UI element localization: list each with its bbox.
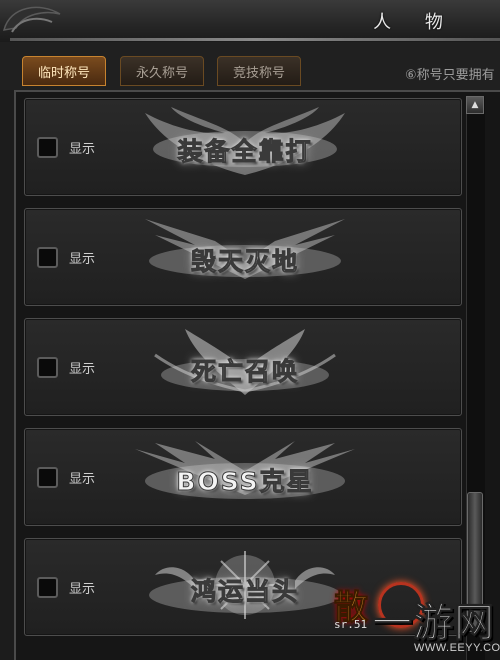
show-checkbox[interactable]: [37, 577, 58, 598]
title-list: 显示 装备全靠打 显示 毁天灭地 显示 死亡召唤 显示 BOSS克星 显示 鸿运…: [14, 90, 500, 660]
show-label: 显示: [69, 362, 96, 377]
scroll-up-button[interactable]: ▲: [466, 96, 484, 114]
header-divider: [10, 38, 500, 41]
title-badge: 死亡召唤: [125, 325, 365, 411]
title-name: 装备全靠打: [177, 137, 313, 167]
title-badge: BOSS克星: [125, 435, 365, 521]
window-header: 人 物: [0, 0, 500, 43]
title-name: 鸿运当头: [190, 577, 299, 607]
watermark-brand-main: 一游网: [372, 600, 495, 647]
window-title: 人 物: [373, 12, 457, 33]
title-row: 显示 死亡召唤: [24, 318, 462, 416]
title-name: 死亡召唤: [190, 357, 299, 387]
show-label: 显示: [69, 472, 96, 487]
title-row: 显示 毁天灭地: [24, 208, 462, 306]
title-badge: 毁天灭地: [125, 215, 365, 301]
show-label: 显示: [69, 252, 96, 267]
title-row: 显示 装备全靠打: [24, 98, 462, 196]
show-checkbox[interactable]: [37, 467, 58, 488]
title-badge: 鸿运当头: [125, 545, 365, 631]
tab-temporary-titles[interactable]: 临时称号: [22, 56, 106, 86]
show-checkbox[interactable]: [37, 137, 58, 158]
tab-permanent-titles[interactable]: 永久称号: [120, 56, 204, 86]
title-name: 毁天灭地: [190, 247, 299, 277]
show-label: 显示: [69, 142, 96, 157]
show-label: 显示: [69, 582, 96, 597]
tab-arena-titles[interactable]: 竞技称号: [217, 56, 301, 86]
show-checkbox[interactable]: [37, 247, 58, 268]
show-checkbox[interactable]: [37, 357, 58, 378]
watermark-url: WWW.EEYY.COM: [414, 642, 500, 654]
title-name: BOSS克星: [176, 467, 314, 497]
title-hint-text: ⑥称号只要拥有: [405, 68, 495, 83]
title-row: 显示 BOSS克星: [24, 428, 462, 526]
site-watermark: 散 一游网 sr.51 WWW.EEYY.COM: [330, 578, 500, 660]
title-badge: 装备全靠打: [125, 105, 365, 191]
watermark-sub: sr.51: [334, 618, 368, 631]
